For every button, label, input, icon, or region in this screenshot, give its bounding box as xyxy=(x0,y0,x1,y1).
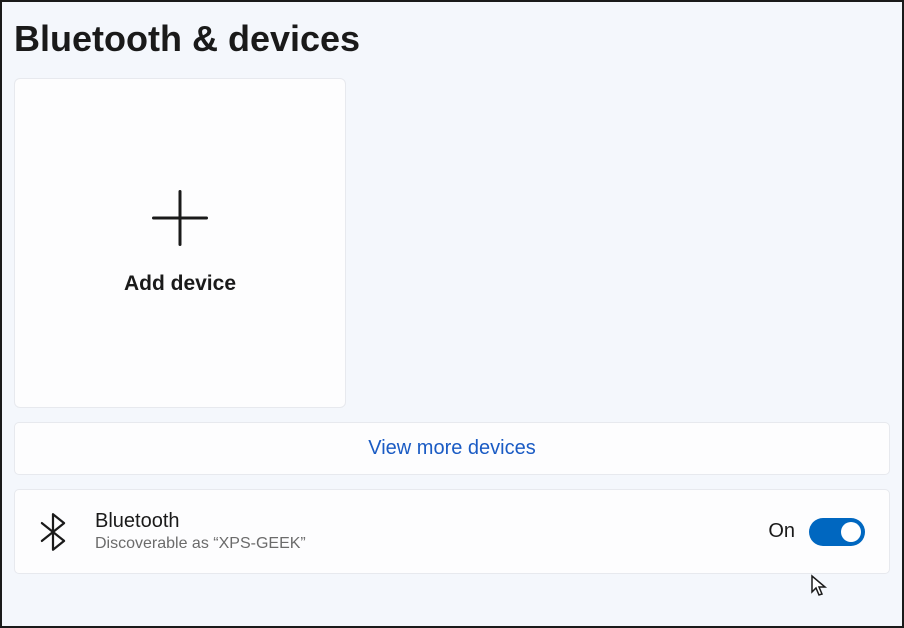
bluetooth-text-group: Bluetooth Discoverable as “XPS-GEEK” xyxy=(95,510,740,553)
plus-icon xyxy=(152,190,208,246)
add-device-label: Add device xyxy=(124,272,236,296)
bluetooth-setting-row: Bluetooth Discoverable as “XPS-GEEK” On xyxy=(14,489,890,574)
bluetooth-toggle[interactable] xyxy=(809,518,865,546)
bluetooth-toggle-state-label: On xyxy=(768,520,795,543)
bluetooth-icon xyxy=(39,512,67,552)
page-title: Bluetooth & devices xyxy=(14,18,890,60)
add-device-button[interactable]: Add device xyxy=(14,78,346,408)
bluetooth-subtitle: Discoverable as “XPS-GEEK” xyxy=(95,535,740,553)
view-more-devices-link[interactable]: View more devices xyxy=(14,422,890,475)
bluetooth-title: Bluetooth xyxy=(95,510,740,533)
cursor-icon xyxy=(810,574,830,598)
bluetooth-toggle-group: On xyxy=(768,518,865,546)
